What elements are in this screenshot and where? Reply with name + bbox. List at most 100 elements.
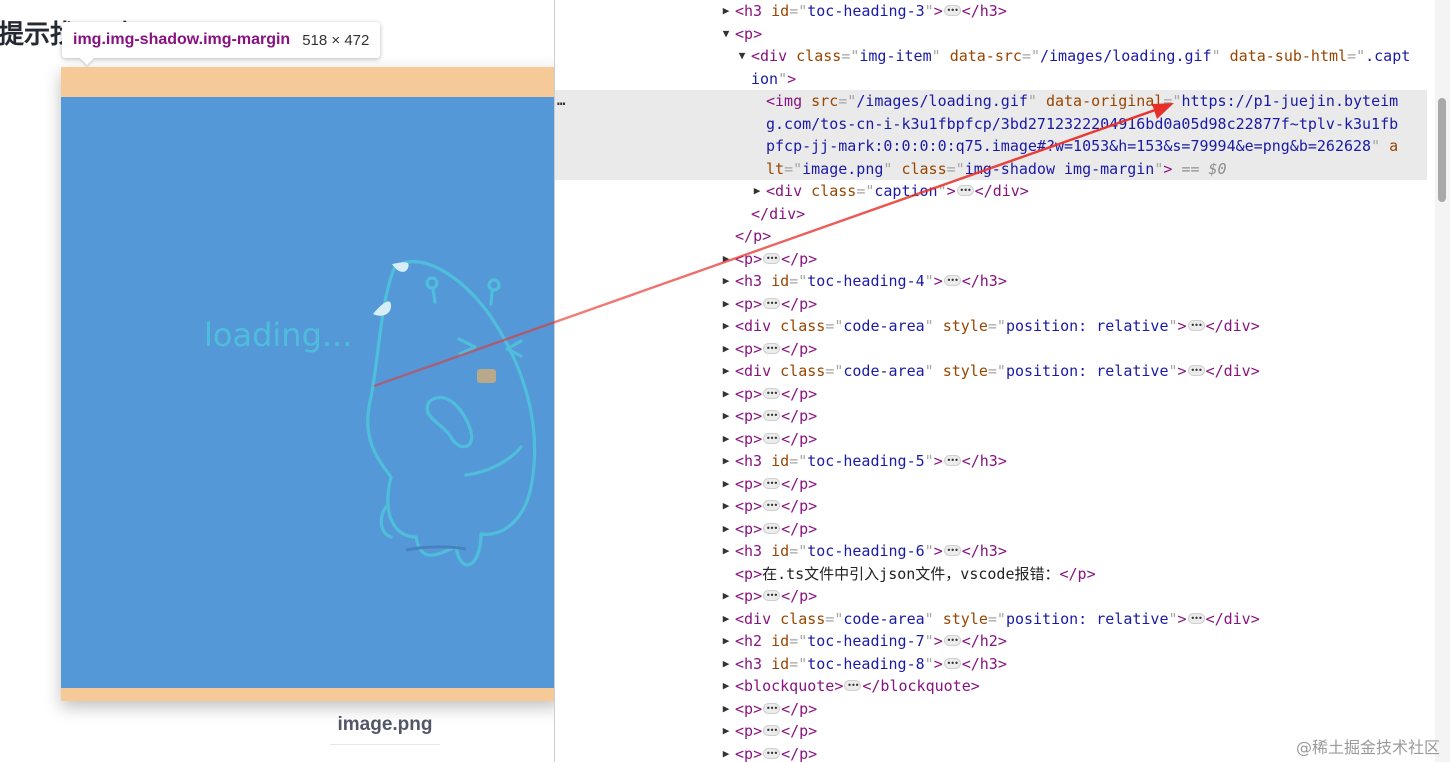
attribute-name: id [771, 654, 790, 673]
collapsed-arrow-icon[interactable]: ▶ [720, 608, 732, 631]
dom-node[interactable]: ▶<div class="caption"></div> [555, 180, 1427, 203]
opening-tag: <h3 [735, 654, 763, 673]
article-image[interactable]: loading... [61, 97, 554, 688]
dom-node[interactable]: ▶<h2 id="toc-heading-7"></h2> [555, 630, 1427, 653]
opening-tag: <p [735, 249, 754, 268]
dom-node[interactable]: ▶<p></p> [555, 383, 1427, 406]
dom-node[interactable]: ▼ <div class="img-item" data-src="/images… [555, 45, 1427, 90]
dom-node[interactable]: ▶ <div class="code-area" style="position:… [555, 360, 1427, 383]
ellipsis-icon[interactable] [1187, 315, 1205, 338]
collapsed-arrow-icon[interactable]: ▶ [720, 270, 732, 293]
scrollbar-thumb[interactable] [1438, 98, 1446, 202]
ellipsis-icon[interactable] [763, 405, 781, 428]
tag-name: p [744, 339, 754, 358]
dom-node[interactable]: ▶<p></p> [555, 698, 1427, 721]
ellipsis-icon[interactable] [763, 383, 781, 405]
dom-node[interactable]: ▶<h3 id="toc-heading-4"></h3> [555, 270, 1427, 293]
collapsed-arrow-icon[interactable]: ▶ [720, 698, 732, 721]
ellipsis-icon[interactable] [763, 720, 781, 743]
ellipsis-icon[interactable] [763, 338, 781, 360]
collapsed-arrow-icon[interactable]: ▶ [720, 653, 732, 676]
collapsed-arrow-icon[interactable]: ▶ [720, 630, 732, 653]
watermark: @稀土掘金技术社区 [1295, 738, 1440, 757]
row-menu-icon[interactable]: … [557, 90, 566, 113]
dom-node[interactable]: ▶<h3 id="toc-heading-8"></h3> [555, 653, 1427, 676]
collapsed-arrow-icon[interactable]: ▶ [720, 450, 732, 473]
collapsed-arrow-icon[interactable]: ▶ [720, 338, 732, 361]
collapsed-arrow-icon[interactable]: ▶ [720, 540, 732, 563]
collapsed-arrow-icon[interactable]: ▶ [720, 495, 732, 518]
dom-node[interactable]: <p>在.ts文件中引入json文件，vscode报错：</p> [555, 563, 1427, 586]
collapsed-arrow-icon[interactable]: ▶ [720, 248, 732, 271]
dom-node[interactable]: ▶<p></p> [555, 338, 1427, 361]
collapsed-arrow-icon[interactable]: ▶ [720, 0, 732, 23]
dom-node[interactable]: ▶<h3 id="toc-heading-5"></h3> [555, 450, 1427, 473]
tag-name: p [744, 407, 754, 425]
collapsed-arrow-icon[interactable]: ▶ [720, 518, 732, 541]
ellipsis-icon[interactable] [956, 180, 974, 203]
collapsed-arrow-icon[interactable]: ▶ [720, 383, 732, 406]
ellipsis-icon[interactable] [763, 473, 781, 495]
ellipsis-icon[interactable] [763, 495, 781, 518]
dom-node[interactable]: ▶<blockquote></blockquote> [555, 675, 1427, 698]
tag-name: p [744, 722, 754, 740]
collapsed-arrow-icon[interactable]: ▶ [720, 720, 732, 743]
attribute-value: position: relative [1005, 317, 1169, 335]
ellipsis-icon[interactable] [943, 630, 961, 653]
collapsed-arrow-icon[interactable]: ▶ [720, 293, 732, 316]
tag-name: div [744, 609, 772, 628]
ellipsis-icon[interactable] [1187, 608, 1205, 630]
expanded-arrow-icon[interactable]: ▼ [736, 45, 748, 68]
dom-node[interactable]: ▶<p></p> [555, 495, 1427, 518]
dom-node[interactable]: </div> [555, 203, 1427, 226]
ellipsis-icon[interactable] [763, 248, 781, 270]
dom-node[interactable]: ▶<p></p> [555, 293, 1427, 316]
collapsed-arrow-icon[interactable]: ▶ [751, 180, 763, 203]
tag-name: h3 [744, 542, 763, 560]
attribute-value: /images/loading.gif [1040, 47, 1212, 65]
collapsed-arrow-icon[interactable]: ▶ [720, 428, 732, 451]
ellipsis-icon[interactable] [763, 743, 781, 762]
collapsed-arrow-icon[interactable]: ▶ [720, 585, 732, 608]
ellipsis-icon[interactable] [943, 450, 961, 473]
tag-name: h3 [744, 452, 763, 470]
dom-node[interactable]: ▶<h3 id="toc-heading-6"></h3> [555, 540, 1427, 563]
scrollbar-track[interactable] [1435, 0, 1450, 762]
dom-node-selected[interactable]: … <img src="/images/loading.gif" data-ori… [555, 90, 1427, 180]
ellipsis-icon[interactable] [763, 698, 781, 720]
dom-node[interactable]: ▶ <div class="code-area" style="position:… [555, 608, 1427, 631]
devtools-elements-panel: ▶<h3 id="toc-heading-3"></h3>▼<p>▼<div c… [554, 0, 1450, 762]
tag-name: h3 [744, 654, 763, 673]
attribute-name: data-original [1045, 92, 1164, 110]
attribute-value: toc-heading-8 [807, 654, 925, 673]
ellipsis-icon[interactable] [763, 518, 781, 540]
ellipsis-icon[interactable] [943, 653, 961, 675]
dom-node[interactable]: ▶<p></p> [555, 585, 1427, 608]
dom-node[interactable]: ▶<p></p> [555, 248, 1427, 271]
dom-node[interactable]: ▶<p></p> [555, 428, 1427, 451]
ellipsis-icon[interactable] [844, 675, 862, 698]
collapsed-arrow-icon[interactable]: ▶ [720, 675, 732, 698]
collapsed-arrow-icon[interactable]: ▶ [720, 743, 732, 762]
ellipsis-icon[interactable] [1187, 360, 1205, 383]
ellipsis-icon[interactable] [943, 0, 961, 23]
dom-node[interactable]: ▼ <p> [555, 23, 1427, 46]
dom-node[interactable]: ▶<p></p> [555, 518, 1427, 541]
ellipsis-icon[interactable] [943, 540, 961, 563]
ellipsis-icon[interactable] [943, 270, 961, 293]
dom-node[interactable]: </p> [555, 225, 1427, 248]
collapsed-arrow-icon[interactable]: ▶ [720, 473, 732, 496]
dom-node[interactable]: ▶<p></p> [555, 473, 1427, 496]
collapsed-arrow-icon[interactable]: ▶ [720, 315, 732, 338]
loading-illustration: loading... [204, 260, 537, 567]
ellipsis-icon[interactable] [763, 293, 781, 315]
collapsed-arrow-icon[interactable]: ▶ [720, 405, 732, 428]
dom-node[interactable]: ▶ <div class="code-area" style="position:… [555, 315, 1427, 338]
collapsed-arrow-icon[interactable]: ▶ [720, 360, 732, 383]
expanded-arrow-icon[interactable]: ▼ [720, 23, 732, 46]
dom-node[interactable]: ▶<h3 id="toc-heading-3"></h3> [555, 0, 1427, 23]
ellipsis-icon[interactable] [763, 585, 781, 608]
dom-node[interactable]: ▶<p></p> [555, 405, 1427, 428]
image-caption: image.png [330, 714, 440, 745]
ellipsis-icon[interactable] [763, 428, 781, 450]
